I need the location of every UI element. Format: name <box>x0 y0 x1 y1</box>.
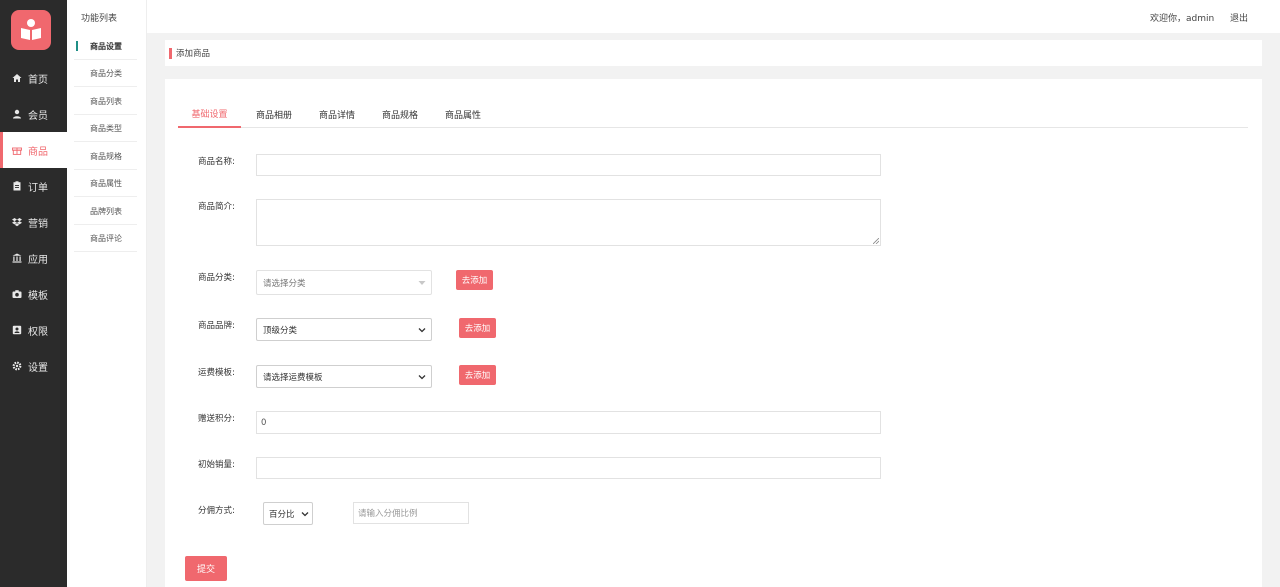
clipboard-icon <box>12 181 22 191</box>
form-tabs: 基础设置 商品相册 商品详情 商品规格 商品属性 <box>178 101 1248 128</box>
nav-marketing-label: 营销 <box>28 218 48 230</box>
dropbox-icon <box>12 217 22 227</box>
goods-intro-textarea[interactable] <box>256 199 881 246</box>
submenu-header: 功能列表 <box>81 14 118 24</box>
goods-intro-label: 商品简介: <box>198 202 235 212</box>
bank-icon <box>12 253 22 263</box>
goods-category-placeholder: 请选择分类 <box>263 278 306 289</box>
nav-apps-label: 应用 <box>28 254 48 266</box>
nav-member[interactable]: 会员 <box>0 96 67 132</box>
chevron-down-icon <box>301 511 309 516</box>
submenu-item-goods-settings[interactable]: 商品设置 <box>74 33 137 60</box>
goods-brand-label: 商品品牌: <box>198 321 235 331</box>
nav-marketing[interactable]: 营销 <box>0 204 67 240</box>
nav-order-label: 订单 <box>28 182 48 194</box>
shipping-template-value: 请选择运费模板 <box>263 372 323 383</box>
tab-attribute[interactable]: 商品属性 <box>437 101 489 128</box>
main-sidebar: 首页 会员 商品 订单 营销 应用 模板 权限 设置 <box>0 0 67 587</box>
tab-detail[interactable]: 商品详情 <box>311 101 363 128</box>
nav-member-label: 会员 <box>28 110 48 122</box>
submenu-item-goods-list[interactable]: 商品列表 <box>74 88 137 115</box>
nav-home-label: 首页 <box>28 74 48 86</box>
nav-order[interactable]: 订单 <box>0 168 67 204</box>
commission-ratio-input[interactable]: 请输入分佣比例 <box>353 502 469 524</box>
shipping-template-select[interactable]: 请选择运费模板 <box>256 365 432 388</box>
initial-sales-label: 初始销量: <box>198 460 235 470</box>
nav-permission[interactable]: 权限 <box>0 312 67 348</box>
gear-icon <box>12 361 22 371</box>
submenu-item-brand-list[interactable]: 品牌列表 <box>74 198 137 225</box>
chevron-down-icon <box>418 374 426 379</box>
logo-book-icon <box>21 19 41 40</box>
nav-template-label: 模板 <box>28 290 48 302</box>
tab-spec[interactable]: 商品规格 <box>374 101 426 128</box>
chevron-down-icon <box>418 327 426 332</box>
resize-grip-icon[interactable] <box>873 238 879 244</box>
submenu-item-goods-spec[interactable]: 商品规格 <box>74 143 137 170</box>
nav-permission-label: 权限 <box>28 326 48 338</box>
shipping-template-label: 运费模板: <box>198 368 235 378</box>
bonus-points-input[interactable]: 0 <box>256 411 881 434</box>
breadcrumb: 添加商品 <box>165 40 1262 66</box>
submenu-item-goods-attr[interactable]: 商品属性 <box>74 170 137 197</box>
app-logo[interactable] <box>11 10 51 50</box>
breadcrumb-title: 添加商品 <box>176 49 211 59</box>
welcome-text: 欢迎你，admin <box>1150 14 1215 24</box>
logout-link[interactable]: 退出 <box>1230 11 1248 24</box>
tab-album[interactable]: 商品相册 <box>248 101 300 128</box>
nav-settings-label: 设置 <box>28 362 48 374</box>
user-icon <box>12 109 22 119</box>
commission-type-select[interactable]: 百分比 <box>263 502 313 525</box>
id-card-icon <box>12 325 22 335</box>
breadcrumb-marker <box>169 47 172 59</box>
nav-goods-label: 商品 <box>28 146 48 158</box>
goods-name-label: 商品名称: <box>198 157 235 167</box>
submenu-item-goods-review[interactable]: 商品评论 <box>74 225 137 252</box>
commission-type-value: 百分比 <box>269 509 295 520</box>
goods-brand-select[interactable]: 顶级分类 <box>256 318 432 341</box>
nav-settings[interactable]: 设置 <box>0 348 67 384</box>
goods-category-label: 商品分类: <box>198 273 235 283</box>
initial-sales-input[interactable] <box>256 457 881 479</box>
tab-basic[interactable]: 基础设置 <box>178 101 241 128</box>
camera-icon <box>12 289 22 299</box>
nav-home[interactable]: 首页 <box>0 60 67 96</box>
top-header <box>147 0 1280 33</box>
goods-category-select[interactable]: 请选择分类 <box>256 270 432 295</box>
nav-goods[interactable]: 商品 <box>0 132 67 168</box>
shipping-go-add-button[interactable]: 去添加 <box>459 365 496 385</box>
caret-down-icon <box>418 280 426 285</box>
category-go-add-button[interactable]: 去添加 <box>456 270 493 290</box>
nav-template[interactable]: 模板 <box>0 276 67 312</box>
bonus-points-label: 赠送积分: <box>198 414 235 424</box>
brand-go-add-button[interactable]: 去添加 <box>459 318 496 338</box>
submenu-item-goods-category[interactable]: 商品分类 <box>74 60 137 87</box>
commission-label: 分佣方式: <box>198 506 235 516</box>
home-icon <box>12 73 22 83</box>
nav-apps[interactable]: 应用 <box>0 240 67 276</box>
submit-button[interactable]: 提交 <box>185 556 227 581</box>
submenu-item-goods-type[interactable]: 商品类型 <box>74 115 137 142</box>
goods-brand-value: 顶级分类 <box>263 325 298 336</box>
gift-icon <box>12 145 22 155</box>
goods-name-input[interactable] <box>256 154 881 176</box>
